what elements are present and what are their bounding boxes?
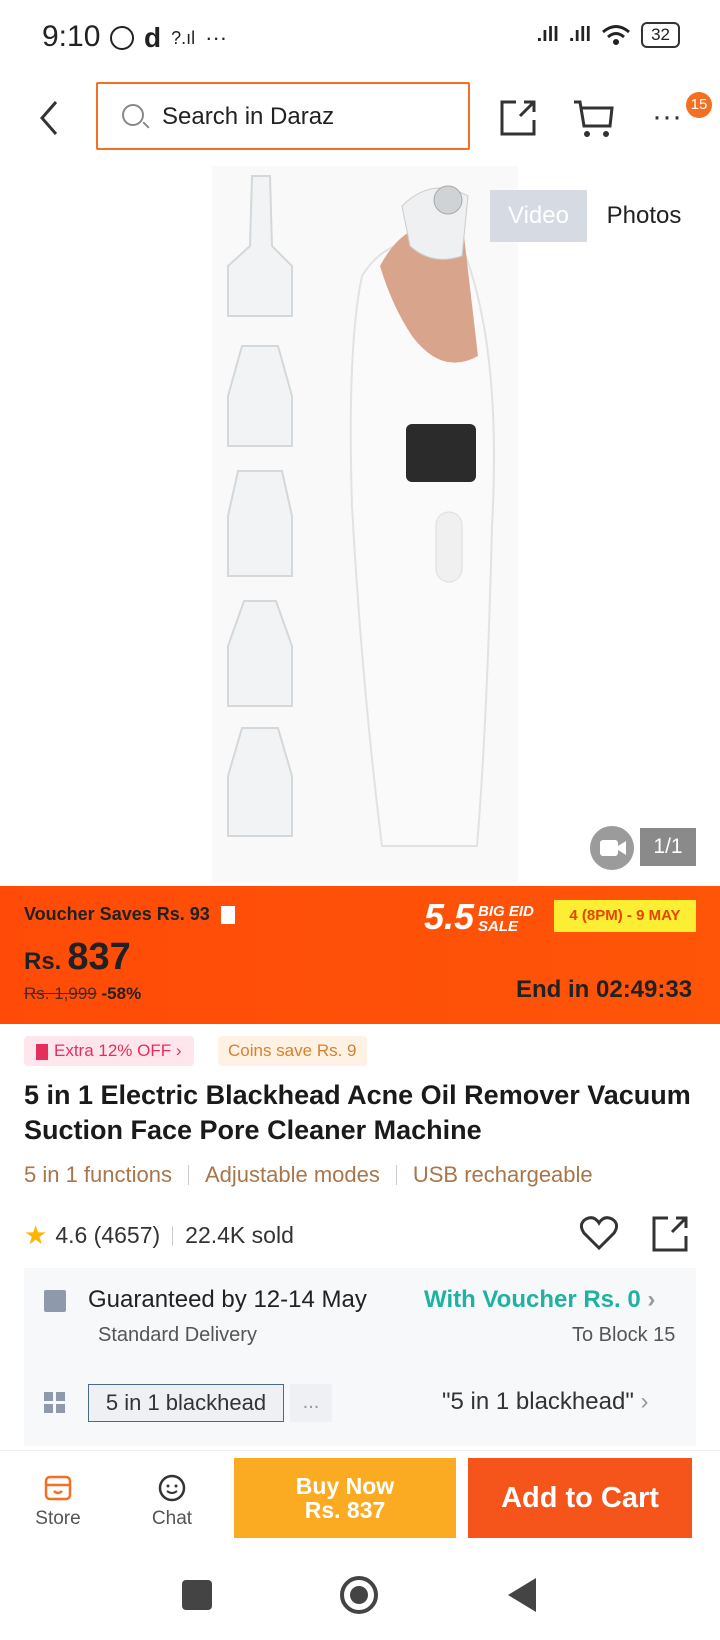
feature-item: USB rechargeable <box>412 1162 593 1187</box>
variant-chip[interactable]: 5 in 1 blackhead <box>88 1384 284 1422</box>
chat-icon <box>158 1474 186 1502</box>
store-icon <box>44 1475 72 1501</box>
product-features: 5 in 1 functions Adjustable modes USB re… <box>24 1162 593 1188</box>
notification-badge: 15 <box>686 92 712 118</box>
back-chevron-icon[interactable] <box>30 96 70 140</box>
extra-off-chip[interactable]: Extra 12% OFF › <box>24 1036 194 1066</box>
star-icon: ★ <box>24 1220 48 1250</box>
status-notification-icons: d ?.ıl ··· <box>110 22 227 54</box>
delivery-guarantee: Guaranteed by 12-14 May <box>88 1286 367 1313</box>
rating-row[interactable]: ★ 4.6 (4657) 22.4K sold <box>24 1220 294 1251</box>
whatsapp-icon <box>110 26 134 50</box>
delivery-type: Standard Delivery <box>98 1324 257 1346</box>
chat-button[interactable]: Chat <box>142 1474 202 1530</box>
signal-icon-2: .ıll <box>568 23 592 46</box>
current-price: Rs. 837 <box>24 936 131 978</box>
signal-icon: .ıll <box>536 23 559 46</box>
store-label: Store <box>35 1508 81 1529</box>
chat-label: Chat <box>151 1508 193 1529</box>
share-icon[interactable] <box>496 96 540 140</box>
image-counter: 1/1 <box>640 828 696 866</box>
delivery-location: To Block 15 <box>572 1324 676 1346</box>
voucher-delivery[interactable]: With Voucher Rs. 0 › <box>424 1286 655 1314</box>
no-signal-icon: ?.ıl <box>171 27 196 48</box>
variant-grid-icon <box>44 1392 65 1413</box>
search-input[interactable]: Search in Daraz <box>96 82 470 150</box>
tab-video[interactable]: Video <box>490 190 587 242</box>
daraz-d-icon: d <box>144 22 162 53</box>
product-illustration <box>227 175 495 847</box>
battery-icon: 32 <box>641 22 680 48</box>
chevron-right-icon: › <box>175 1041 182 1060</box>
tab-photos[interactable]: Photos <box>594 190 694 242</box>
back-icon[interactable] <box>508 1578 536 1612</box>
add-to-cart-button[interactable]: Add to Cart <box>468 1458 692 1538</box>
sale-logo: 5.5 BIG EID SALE <box>424 896 534 937</box>
more-menu-icon[interactable]: ··· <box>652 100 682 134</box>
store-button[interactable]: Store <box>28 1474 88 1530</box>
product-image[interactable] <box>212 166 518 882</box>
recents-icon[interactable] <box>182 1580 212 1610</box>
voucher-icon <box>220 906 235 925</box>
status-system-icons: .ıll .ıll 32 <box>537 22 680 48</box>
sale-dates: 4 (8PM) - 9 MAY <box>554 900 696 932</box>
search-icon <box>122 104 144 126</box>
rating-value: 4.6 (4657) <box>55 1222 161 1248</box>
status-time: 9:10 <box>42 20 101 53</box>
coins-chip[interactable]: Coins save Rs. 9 <box>218 1036 367 1066</box>
more-dots-icon: ··· <box>205 25 228 50</box>
variant-more[interactable]: ... <box>290 1384 332 1422</box>
heart-icon[interactable] <box>578 1212 620 1254</box>
status-bar: 9:10 d ?.ıl ··· .ıll .ıll 32 <box>0 0 720 78</box>
voucher-savings[interactable]: Voucher Saves Rs. 93 <box>24 904 235 925</box>
original-price: Rs. 1,999 -58% <box>24 984 142 1003</box>
product-title: 5 in 1 Electric Blackhead Acne Oil Remov… <box>24 1080 691 1145</box>
video-camera-icon[interactable] <box>590 826 634 870</box>
wifi-icon <box>602 25 631 45</box>
search-placeholder: Search in Daraz <box>162 103 335 130</box>
countdown-timer: End in 02:49:33 <box>516 976 693 1003</box>
chevron-right-icon: › <box>647 1286 656 1313</box>
delivery-gift-icon <box>44 1290 66 1312</box>
chevron-right-icon: › <box>640 1388 649 1415</box>
feature-item: Adjustable modes <box>204 1162 380 1187</box>
variant-selected[interactable]: "5 in 1 blackhead" › <box>442 1388 649 1416</box>
cart-icon[interactable] <box>572 96 616 140</box>
feature-item: 5 in 1 functions <box>24 1162 172 1187</box>
home-icon[interactable] <box>340 1576 378 1614</box>
coupon-icon <box>36 1043 48 1060</box>
share-icon-2[interactable] <box>650 1212 692 1254</box>
buy-now-button[interactable]: Buy Now Rs. 837 <box>234 1458 456 1538</box>
sold-count: 22.4K sold <box>185 1222 294 1248</box>
